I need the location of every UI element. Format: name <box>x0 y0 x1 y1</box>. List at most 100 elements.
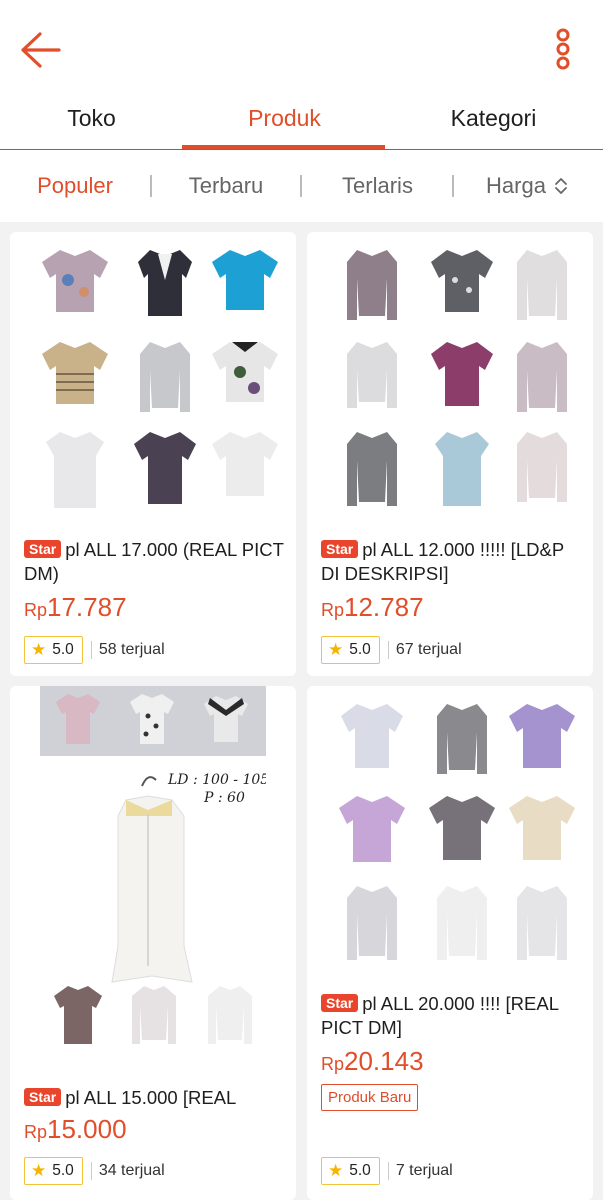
product-price: Rp15.000 <box>24 1114 127 1147</box>
sort-bar: Populer Terbaru Terlaris Harga <box>0 150 603 222</box>
star-icon: ★ <box>328 640 344 659</box>
star-seller-badge: Star <box>321 540 359 558</box>
garment-shirt-icon <box>140 342 190 412</box>
garment-shirt-icon <box>517 250 567 320</box>
sold-count: 34 terjual <box>98 1162 165 1179</box>
garment-shirt-icon <box>347 342 397 408</box>
product-title-text: pl ALL 15.000 [REAL <box>65 1087 237 1108</box>
tab-kategori[interactable]: Kategori <box>393 88 594 148</box>
sort-harga[interactable]: Harga <box>472 150 584 222</box>
garment-shirt-icon <box>339 796 405 862</box>
product-card[interactable]: LD : 100 - 105 P : 60 Star pl ALL 15.000 … <box>10 686 296 1200</box>
new-product-badge: Produk Baru <box>321 1084 419 1111</box>
currency: Rp <box>321 1054 345 1074</box>
arrow-left-icon <box>21 32 61 68</box>
garment-shirt-icon <box>208 986 252 1044</box>
more-options-button[interactable] <box>550 28 576 74</box>
price-value: 20.143 <box>344 1046 424 1076</box>
rating-row: ★ 5.0 34 terjual <box>24 1157 165 1185</box>
star-icon: ★ <box>31 1161 47 1180</box>
product-image <box>20 232 288 532</box>
product-image: LD : 100 - 105 P : 60 <box>40 686 266 1076</box>
product-image <box>317 686 585 986</box>
tab-toko[interactable]: Toko <box>0 88 192 148</box>
rating-box: ★ 5.0 <box>24 1157 83 1185</box>
rating-value: 5.0 <box>349 1162 371 1179</box>
product-card[interactable]: Star pl ALL 12.000 !!!!! [LD&P DI DESKRIP… <box>307 232 593 676</box>
star-seller-badge: Star <box>321 994 359 1012</box>
divider <box>387 1162 389 1180</box>
divider <box>90 641 92 659</box>
garment-shirt-icon <box>435 432 489 506</box>
tab-produk[interactable]: Produk <box>184 88 385 148</box>
garment-shirt-icon <box>46 432 104 508</box>
sort-terbaru[interactable]: Terbaru <box>170 150 282 222</box>
star-icon: ★ <box>328 1161 344 1180</box>
star-seller-badge: Star <box>24 540 62 558</box>
rating-box: ★ 5.0 <box>321 1157 380 1185</box>
garment-shirt-icon <box>347 250 397 320</box>
sold-count: 7 terjual <box>395 1162 453 1179</box>
sort-divider <box>150 175 152 197</box>
image-caption-p: P : 60 <box>203 790 245 806</box>
shop-tabs: Toko Produk Kategori <box>0 88 603 150</box>
sold-count: 67 terjual <box>395 641 462 658</box>
sort-divider <box>300 175 302 197</box>
sort-updown-icon <box>555 178 567 194</box>
garment-shirt-icon <box>431 250 493 312</box>
price-value: 12.787 <box>344 592 424 622</box>
rating-value: 5.0 <box>52 1162 74 1179</box>
price-value: 17.787 <box>47 592 127 622</box>
top-app-bar <box>0 0 603 100</box>
product-image <box>317 232 585 532</box>
product-title: Star pl ALL 17.000 (REAL PICT DM) <box>24 538 286 586</box>
garment-shirt-icon <box>42 250 108 312</box>
divider <box>387 641 389 659</box>
garment-shirt-icon <box>347 432 397 506</box>
garment-shirt-icon <box>437 886 487 960</box>
divider <box>90 1162 92 1180</box>
back-button[interactable] <box>18 28 64 72</box>
star-icon: ★ <box>31 640 47 659</box>
currency: Rp <box>321 600 345 620</box>
product-title: Star pl ALL 12.000 !!!!! [LD&P DI DESKRIP… <box>321 538 583 586</box>
rating-value: 5.0 <box>52 641 74 658</box>
rating-row: ★ 5.0 58 terjual <box>24 636 165 664</box>
garment-shirt-icon <box>42 342 108 404</box>
garment-shirt-icon <box>132 986 176 1044</box>
product-price: Rp20.143 <box>321 1046 424 1079</box>
garment-shirt-icon <box>341 704 403 768</box>
sort-populer[interactable]: Populer <box>20 150 130 222</box>
garment-shirt-icon <box>517 886 567 960</box>
product-title: Star pl ALL 15.000 [REAL <box>24 1086 286 1110</box>
rating-row: ★ 5.0 7 terjual <box>321 1157 453 1185</box>
star-seller-badge: Star <box>24 1088 62 1106</box>
garment-shirt-icon <box>347 886 397 960</box>
product-title-text: pl ALL 17.000 (REAL PICT DM) <box>24 539 284 584</box>
garment-shirt-icon <box>54 986 102 1044</box>
sort-harga-label: Harga <box>486 173 546 198</box>
product-price: Rp12.787 <box>321 592 424 625</box>
rating-box: ★ 5.0 <box>321 636 380 664</box>
product-price: Rp17.787 <box>24 592 127 625</box>
sort-terlaris[interactable]: Terlaris <box>320 150 435 222</box>
currency: Rp <box>24 600 48 620</box>
rating-box: ★ 5.0 <box>24 636 83 664</box>
price-value: 15.000 <box>47 1114 127 1144</box>
garment-shirt-icon <box>509 796 575 860</box>
garment-shirt-icon <box>134 432 196 504</box>
garment-shirt-icon <box>437 704 487 774</box>
product-card[interactable]: Star pl ALL 17.000 (REAL PICT DM) Rp17.78… <box>10 232 296 676</box>
garment-shirt-icon <box>212 432 278 496</box>
active-tab-indicator <box>182 145 385 149</box>
garment-shirt-icon <box>509 704 575 768</box>
garment-shirt-icon <box>517 432 567 502</box>
product-card[interactable]: Star pl ALL 20.000 !!!! [REAL PICT DM] Rp… <box>307 686 593 1200</box>
rating-row: ★ 5.0 67 terjual <box>321 636 462 664</box>
garment-shirt-icon <box>431 342 493 406</box>
garment-shirt-icon <box>111 776 193 983</box>
sort-divider <box>452 175 454 197</box>
garment-shirt-icon <box>212 342 278 402</box>
sold-count: 58 terjual <box>98 641 165 658</box>
garment-shirt-icon <box>429 796 495 860</box>
